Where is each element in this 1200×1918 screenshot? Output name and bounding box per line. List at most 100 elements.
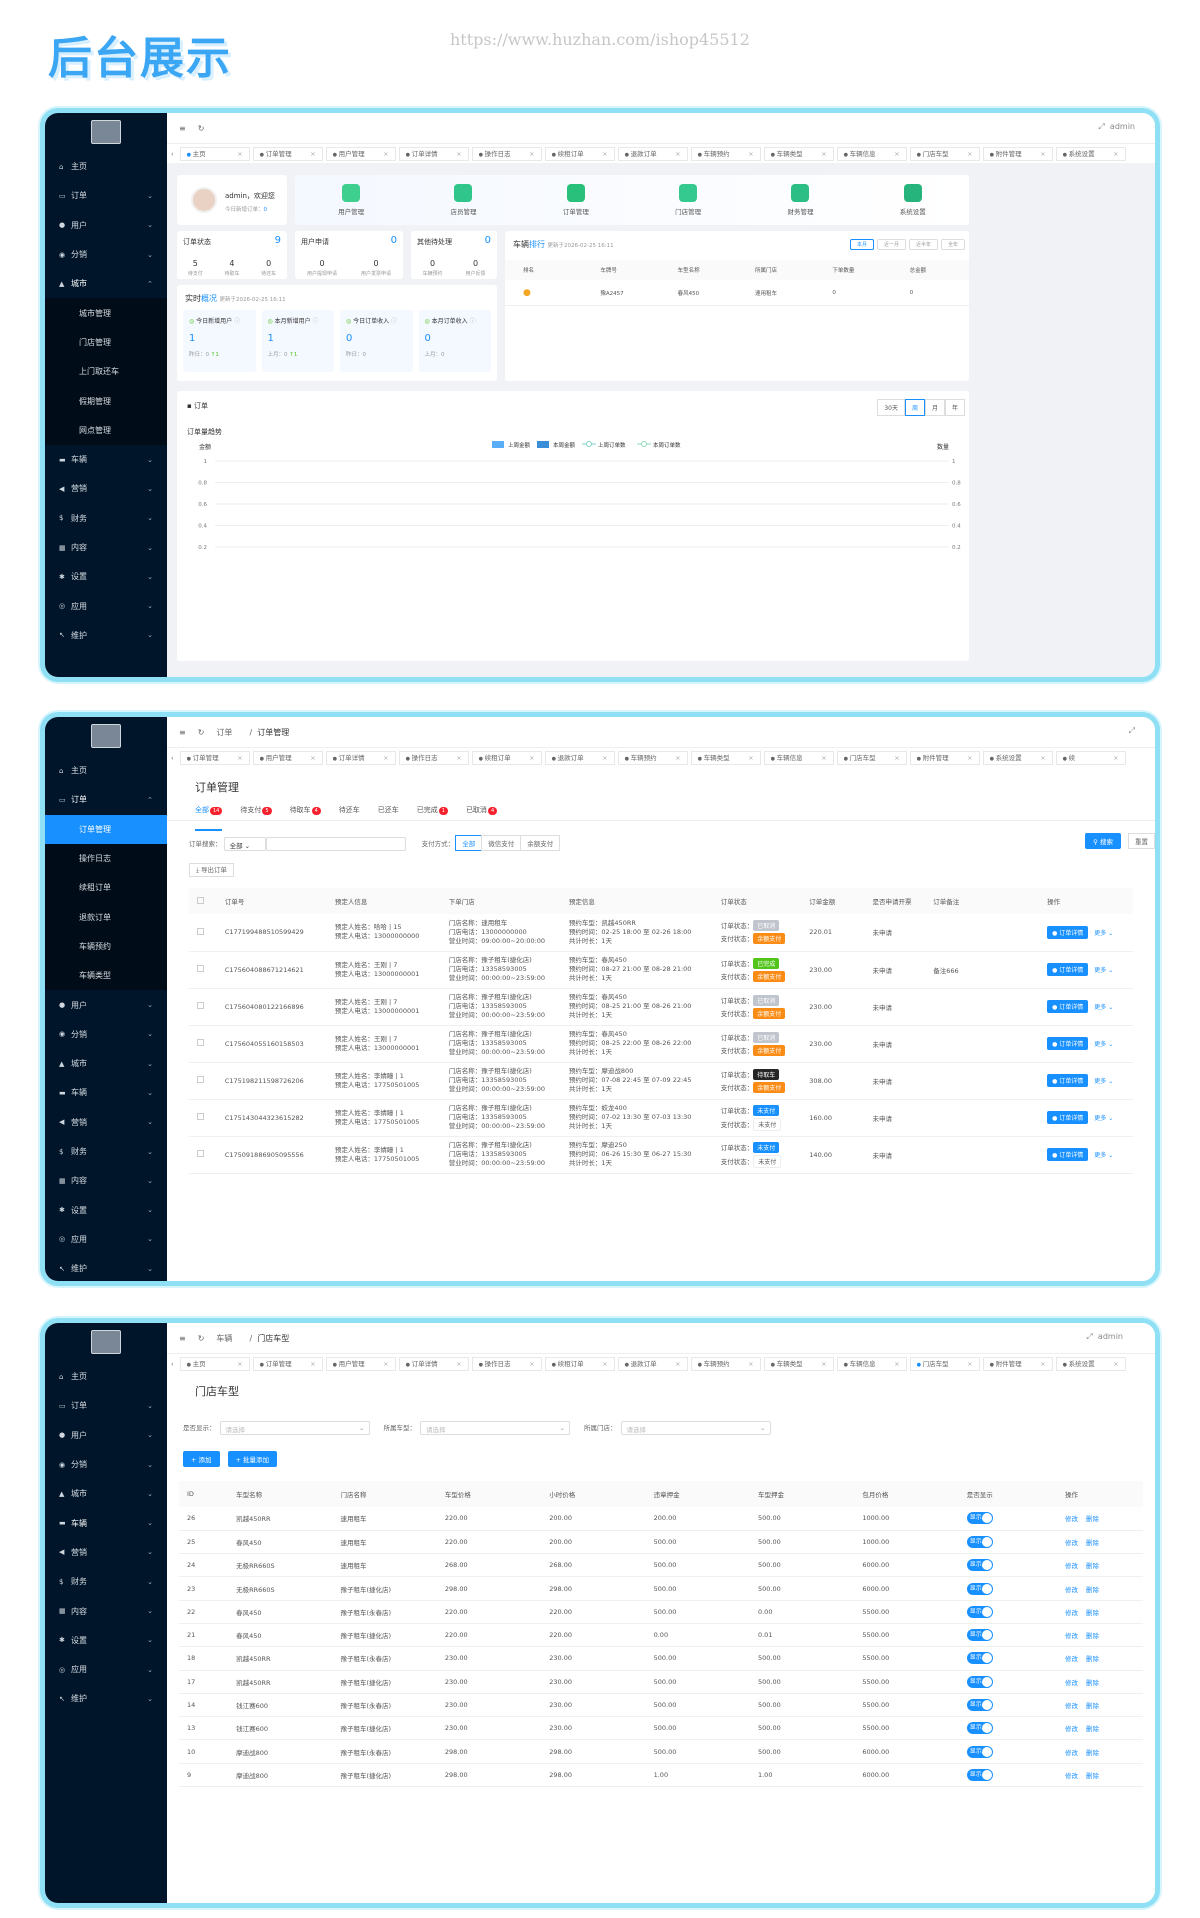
menu-holiday[interactable]: 假期管理 [45, 386, 167, 416]
menu-order[interactable]: ▭ 订单 ⌄ [45, 1391, 167, 1420]
chart-range-button[interactable]: 年 [944, 399, 965, 416]
tab-item[interactable]: ● 订单管理 × [252, 1356, 323, 1371]
close-icon[interactable]: × [383, 1358, 388, 1370]
delete-link[interactable]: 删除 [1086, 1632, 1099, 1640]
quick-link[interactable]: 用户管理 [338, 184, 364, 216]
menu-finance[interactable]: $ 财务 ⌄ [45, 1567, 167, 1596]
pay-option[interactable]: 余额支付 [520, 835, 561, 851]
menu-settings[interactable]: ✱ 设置 ⌄ [45, 1195, 167, 1224]
display-toggle[interactable]: 显示 [966, 1745, 993, 1758]
menu-content[interactable]: ▦ 内容 ⌄ [45, 1596, 167, 1625]
tab-item[interactable]: ● 操作日志 × [398, 750, 469, 765]
close-icon[interactable]: × [237, 148, 242, 160]
filter-select[interactable]: 请选择 ⌄ [620, 1421, 771, 1435]
close-icon[interactable]: × [748, 1358, 753, 1370]
close-icon[interactable]: × [383, 148, 388, 160]
delete-link[interactable]: 删除 [1086, 1562, 1099, 1570]
close-icon[interactable]: × [383, 752, 388, 764]
more-menu[interactable]: 更多 ⌄ [1094, 1115, 1113, 1122]
menu-maint[interactable]: ↖ 维护 ⌄ [45, 621, 167, 650]
close-icon[interactable]: × [821, 752, 826, 764]
menu-finance[interactable]: $ 财务 ⌄ [45, 1137, 167, 1166]
refresh-icon[interactable]: ↻ [198, 728, 205, 737]
tab-item[interactable]: ● 车辆预约 × [690, 146, 761, 161]
close-icon[interactable]: × [821, 1358, 826, 1370]
tab-item[interactable]: ● 退款订单 × [617, 146, 688, 161]
order-detail-button[interactable]: ● 订单详情 [1047, 1037, 1089, 1050]
menu-settings[interactable]: ✱ 设置 ⌄ [45, 562, 167, 591]
close-icon[interactable]: × [529, 1358, 534, 1370]
close-icon[interactable]: × [1040, 1358, 1045, 1370]
tab-item[interactable]: ● 用户管理 × [325, 1356, 396, 1371]
rank-range-button[interactable]: 近一月 [876, 239, 906, 250]
tab-item[interactable]: ● 车辆类型 × [690, 750, 761, 765]
close-icon[interactable]: × [529, 148, 534, 160]
menu-refund[interactable]: 退款订单 [45, 902, 167, 932]
close-icon[interactable]: × [967, 1358, 972, 1370]
row-checkbox[interactable] [189, 914, 217, 952]
display-toggle[interactable]: 显示 [966, 1535, 993, 1548]
tab-item[interactable]: ● 系统设置 × [982, 750, 1053, 765]
close-icon[interactable]: × [310, 1358, 315, 1370]
menu-city[interactable]: ▲ 城市 ⌄ [45, 1479, 167, 1508]
admin-label[interactable]: ⤢ admin [1086, 1332, 1135, 1342]
quick-link[interactable]: 系统设置 [900, 184, 926, 216]
edit-link[interactable]: 修改 [1065, 1702, 1078, 1710]
menu-finance[interactable]: $ 财务 ⌄ [45, 504, 167, 533]
menu-user[interactable]: ● 用户 ⌄ [45, 1421, 167, 1450]
close-icon[interactable]: × [310, 752, 315, 764]
delete-link[interactable]: 删除 [1086, 1539, 1099, 1547]
row-checkbox[interactable] [189, 988, 217, 1026]
stat-item[interactable]: 0 用户提现申请 [307, 259, 337, 277]
menu-renew[interactable]: 续租订单 [45, 873, 167, 903]
menu-outlet[interactable]: 网点管理 [45, 415, 167, 445]
menu-city[interactable]: ▲ 城市 ⌄ [45, 1049, 167, 1078]
menu-toggle-icon[interactable]: ≡ [179, 124, 186, 133]
close-icon[interactable]: × [602, 1358, 607, 1370]
edit-link[interactable]: 修改 [1065, 1562, 1078, 1570]
chart-range-button[interactable]: 周 [904, 399, 925, 416]
close-icon[interactable]: × [1040, 148, 1045, 160]
rank-range-button[interactable]: 全年 [940, 239, 965, 250]
more-menu[interactable]: 更多 ⌄ [1094, 967, 1113, 974]
menu-maint[interactable]: ↖ 维护 ⌄ [45, 1254, 167, 1281]
row-checkbox[interactable] [189, 951, 217, 989]
menu-home[interactable]: ⌂ 主页 [45, 1362, 167, 1391]
menu-maint[interactable]: ↖ 维护 ⌄ [45, 1684, 167, 1713]
menu-toggle-icon[interactable]: ≡ [179, 1334, 186, 1343]
reset-button[interactable]: 重置 [1128, 833, 1155, 849]
menu-store-manage[interactable]: 门店管理 [45, 327, 167, 358]
edit-link[interactable]: 修改 [1065, 1539, 1078, 1547]
menu-content[interactable]: ▦ 内容 ⌄ [45, 533, 167, 562]
menu-dist[interactable]: ◉ 分销 ⌄ [45, 1450, 167, 1479]
close-icon[interactable]: × [967, 148, 972, 160]
select-all-checkbox[interactable] [189, 888, 217, 914]
row-checkbox[interactable] [189, 1099, 217, 1137]
close-icon[interactable]: × [456, 1358, 461, 1370]
filter-select[interactable]: 请选择 ⌄ [420, 1421, 570, 1435]
menu-toggle-icon[interactable]: ≡ [179, 728, 186, 737]
tab-item[interactable]: ● 车辆信息 × [763, 750, 834, 765]
menu-car[interactable]: ▬ 车辆 ⌄ [45, 1508, 167, 1537]
menu-order[interactable]: ▭ 订单 ⌃ [45, 785, 167, 814]
close-icon[interactable]: × [1113, 1358, 1118, 1370]
close-icon[interactable]: × [748, 148, 753, 160]
quick-link[interactable]: 订单管理 [563, 184, 589, 216]
close-icon[interactable]: × [456, 148, 461, 160]
pay-option[interactable]: 微信支付 [481, 835, 522, 851]
search-button[interactable]: ⚲ 搜索 [1085, 833, 1121, 849]
order-detail-button[interactable]: ● 订单详情 [1047, 1074, 1089, 1087]
menu-door-service[interactable]: 上门取还车 [45, 357, 167, 387]
menu-content[interactable]: ▦ 内容 ⌄ [45, 1166, 167, 1195]
menu-market[interactable]: ◀ 营销 ⌄ [45, 474, 167, 503]
quick-link[interactable]: 店员管理 [450, 184, 476, 216]
order-detail-button[interactable]: ● 订单详情 [1047, 1111, 1089, 1124]
display-toggle[interactable]: 显示 [966, 1652, 993, 1665]
tab-item[interactable]: ● 订单管理 × [252, 146, 323, 161]
delete-link[interactable]: 删除 [1086, 1515, 1099, 1523]
stat-item[interactable]: 4 待取车 [224, 259, 239, 277]
close-icon[interactable]: × [675, 752, 680, 764]
row-checkbox[interactable] [189, 1025, 217, 1063]
order-detail-button[interactable]: ● 订单详情 [1047, 1148, 1089, 1161]
tab-item[interactable]: ● 门店车型 × [909, 1356, 980, 1371]
